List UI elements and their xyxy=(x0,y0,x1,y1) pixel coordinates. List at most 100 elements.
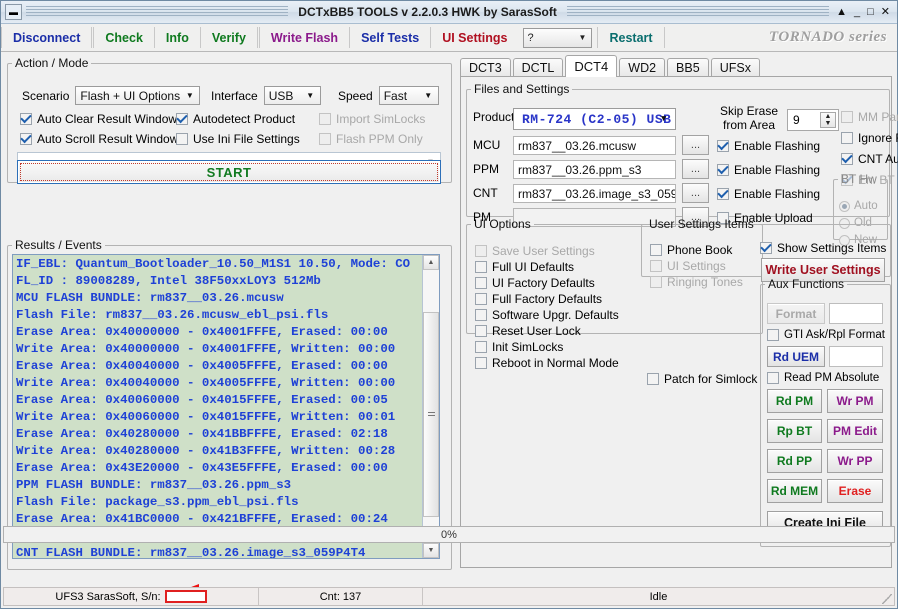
titlebar-hatch-left xyxy=(26,6,289,18)
skip-erase-stepper[interactable]: 9 ▲ ▼ xyxy=(787,109,839,131)
checkbox-reboot-in-normal-mode[interactable]: Reboot in Normal Mode xyxy=(475,356,619,370)
checkbox-flash-ppm-only[interactable]: Flash PPM Only xyxy=(319,132,423,146)
interface-dropdown[interactable]: USB ▼ xyxy=(263,86,321,105)
tab-dct4[interactable]: DCT4 xyxy=(565,55,618,77)
stepper-arrows[interactable]: ▲ ▼ xyxy=(820,112,836,128)
checkbox-cnt-enable-flashing[interactable]: Enable Flashing xyxy=(717,187,820,201)
ui-settings-button[interactable]: UI Settings xyxy=(431,24,518,51)
checkbox-read-pm-absolute[interactable]: Read PM Absolute xyxy=(767,372,879,384)
checkbox-box xyxy=(841,132,853,144)
checkbox-full-ui-defaults[interactable]: Full UI Defaults xyxy=(475,260,574,274)
checkbox-label: Init SimLocks xyxy=(492,340,564,354)
ppm-file-input[interactable]: rm837__03.26.ppm_s3 xyxy=(513,160,676,179)
info-button[interactable]: Info xyxy=(155,24,200,51)
checkbox-mm-part[interactable]: MM Part. xyxy=(841,110,898,124)
check-button[interactable]: Check xyxy=(94,24,154,51)
checkbox-box xyxy=(767,372,779,384)
tab-ufsx[interactable]: UFSx xyxy=(710,58,760,77)
start-button[interactable]: START xyxy=(17,160,441,184)
checkbox-ui-factory-defaults[interactable]: UI Factory Defaults xyxy=(475,276,595,290)
interface-value: USB xyxy=(268,88,294,103)
checkbox-autodetect-product[interactable]: Autodetect Product xyxy=(176,112,295,126)
tab-dctl[interactable]: DCTL xyxy=(512,58,564,77)
rd-mem-button[interactable]: Rd MEM xyxy=(767,479,822,503)
wr-pp-button[interactable]: Wr PP xyxy=(827,449,883,473)
disconnect-button[interactable]: Disconnect xyxy=(2,24,91,51)
erase-button[interactable]: Erase xyxy=(827,479,883,503)
rp-bt-button[interactable]: Rp BT xyxy=(767,419,822,443)
results-log-line: Write Area: 0x40060000 - 0x4015FFFE, Wri… xyxy=(16,410,396,424)
system-menu-icon[interactable]: ▬ xyxy=(5,4,22,20)
scenario-dropdown[interactable]: Flash + UI Options ▼ xyxy=(75,86,201,105)
rd-pp-button[interactable]: Rd PP xyxy=(767,449,822,473)
checkbox-label: GTI Ask/Rpl Format xyxy=(784,329,885,341)
titlebar-hatch-right xyxy=(566,6,830,18)
minimize-icon[interactable]: _ xyxy=(854,6,860,18)
user-settings-items-legend: User Settings Items xyxy=(649,217,754,231)
checkbox-mcu-enable-flashing[interactable]: Enable Flashing xyxy=(717,139,820,153)
checkbox-cnt-auto[interactable]: CNT Auto xyxy=(841,152,898,166)
checkbox-ignore-fst[interactable]: Ignore Fst xyxy=(841,131,898,145)
ui-options-legend: UI Options xyxy=(474,217,531,231)
cnt-file-input[interactable]: rm837__03.26.image_s3_059P4T4 xyxy=(513,184,676,203)
format-button[interactable]: Format xyxy=(767,303,825,324)
mcu-file-input[interactable]: rm837__03.26.mcusw xyxy=(513,136,676,155)
rd-uem-result-field[interactable] xyxy=(829,346,883,367)
radio-bt-hw-auto[interactable]: Auto xyxy=(839,200,878,212)
checkbox-use-ini-file-settings[interactable]: Use Ini File Settings xyxy=(176,132,300,146)
resize-grip-icon[interactable] xyxy=(882,594,892,604)
triangle-up-icon[interactable]: ▲ xyxy=(423,255,439,270)
triangle-down-icon[interactable]: ▼ xyxy=(821,120,835,127)
checkbox-full-factory-defaults[interactable]: Full Factory Defaults xyxy=(475,292,602,306)
rd-uem-button[interactable]: Rd UEM xyxy=(767,346,825,367)
verify-button[interactable]: Verify xyxy=(201,24,257,51)
mcu-browse-button[interactable]: ... xyxy=(682,135,709,155)
start-button-focus-outline xyxy=(20,163,438,181)
results-log-scrollbar[interactable]: ▲ ▼ xyxy=(422,255,439,558)
speed-dropdown[interactable]: Fast ▼ xyxy=(378,86,439,105)
checkbox-label: Enable Flashing xyxy=(734,187,821,201)
self-tests-button[interactable]: Self Tests xyxy=(350,24,430,51)
checkbox-auto-scroll-result-window[interactable]: Auto Scroll Result Window xyxy=(20,132,178,146)
checkbox-show-settings-items[interactable]: Show Settings Items xyxy=(760,241,886,255)
checkbox-init-simlocks[interactable]: Init SimLocks xyxy=(475,340,563,354)
tab-dct3[interactable]: DCT3 xyxy=(460,58,511,77)
triangle-up-icon[interactable]: ▲ xyxy=(821,113,835,120)
checkbox-patch-for-simlock[interactable]: Patch for Simlock xyxy=(647,372,757,386)
interface-label: Interface xyxy=(211,88,258,103)
tab-bb5[interactable]: BB5 xyxy=(667,58,709,77)
checkbox-ui-settings[interactable]: UI Settings xyxy=(650,259,726,273)
format-result-field[interactable] xyxy=(829,303,883,324)
triangle-down-icon[interactable]: ▼ xyxy=(423,543,439,558)
checkbox-ringing-tones[interactable]: Ringing Tones xyxy=(650,275,743,289)
restart-button[interactable]: Restart xyxy=(598,24,663,51)
rd-pm-button[interactable]: Rd PM xyxy=(767,389,822,413)
scrollbar-track[interactable] xyxy=(423,270,439,543)
tab-wd2[interactable]: WD2 xyxy=(619,58,666,77)
checkbox-gti-ask-rpl-format[interactable]: GTI Ask/Rpl Format xyxy=(767,329,885,341)
wr-pm-button[interactable]: Wr PM xyxy=(827,389,883,413)
checkbox-ppm-enable-flashing[interactable]: Enable Flashing xyxy=(717,163,820,177)
ppm-browse-button[interactable]: ... xyxy=(682,159,709,179)
checkbox-reset-user-lock[interactable]: Reset User Lock xyxy=(475,324,581,338)
scrollbar-thumb[interactable] xyxy=(423,312,439,517)
checkbox-software-upgr-defaults[interactable]: Software Upgr. Defaults xyxy=(475,308,619,322)
cnt-browse-button[interactable]: ... xyxy=(682,183,709,203)
checkbox-save-user-settings[interactable]: Save User Settings xyxy=(475,244,595,258)
checkbox-box xyxy=(176,133,188,145)
maximize-icon[interactable]: □ xyxy=(867,6,874,18)
results-log-line: Erase Area: 0x43E20000 - 0x43E5FFFE, Era… xyxy=(16,461,388,475)
close-icon[interactable]: ✕ xyxy=(881,6,890,18)
write-flash-button[interactable]: Write Flash xyxy=(260,24,349,51)
chevron-down-icon: ▼ xyxy=(185,91,194,100)
status-state-cell: Idle xyxy=(649,590,668,603)
results-events-group: Results / Events IF_EBL: Quantum_Bootloa… xyxy=(7,238,452,570)
checkbox-import-simlocks[interactable]: Import SimLocks xyxy=(319,112,425,126)
product-dropdown[interactable]: RM-724 (C2-05) USB ▼ xyxy=(513,108,676,130)
help-dropdown[interactable]: ? ▼ xyxy=(523,27,593,48)
checkbox-auto-clear-result-window[interactable]: Auto Clear Result Window xyxy=(20,112,177,126)
pm-edit-button[interactable]: PM Edit xyxy=(827,419,883,443)
rollup-icon[interactable]: ▲ xyxy=(836,6,847,18)
checkbox-box xyxy=(717,140,729,152)
checkbox-phone-book[interactable]: Phone Book xyxy=(650,243,732,257)
